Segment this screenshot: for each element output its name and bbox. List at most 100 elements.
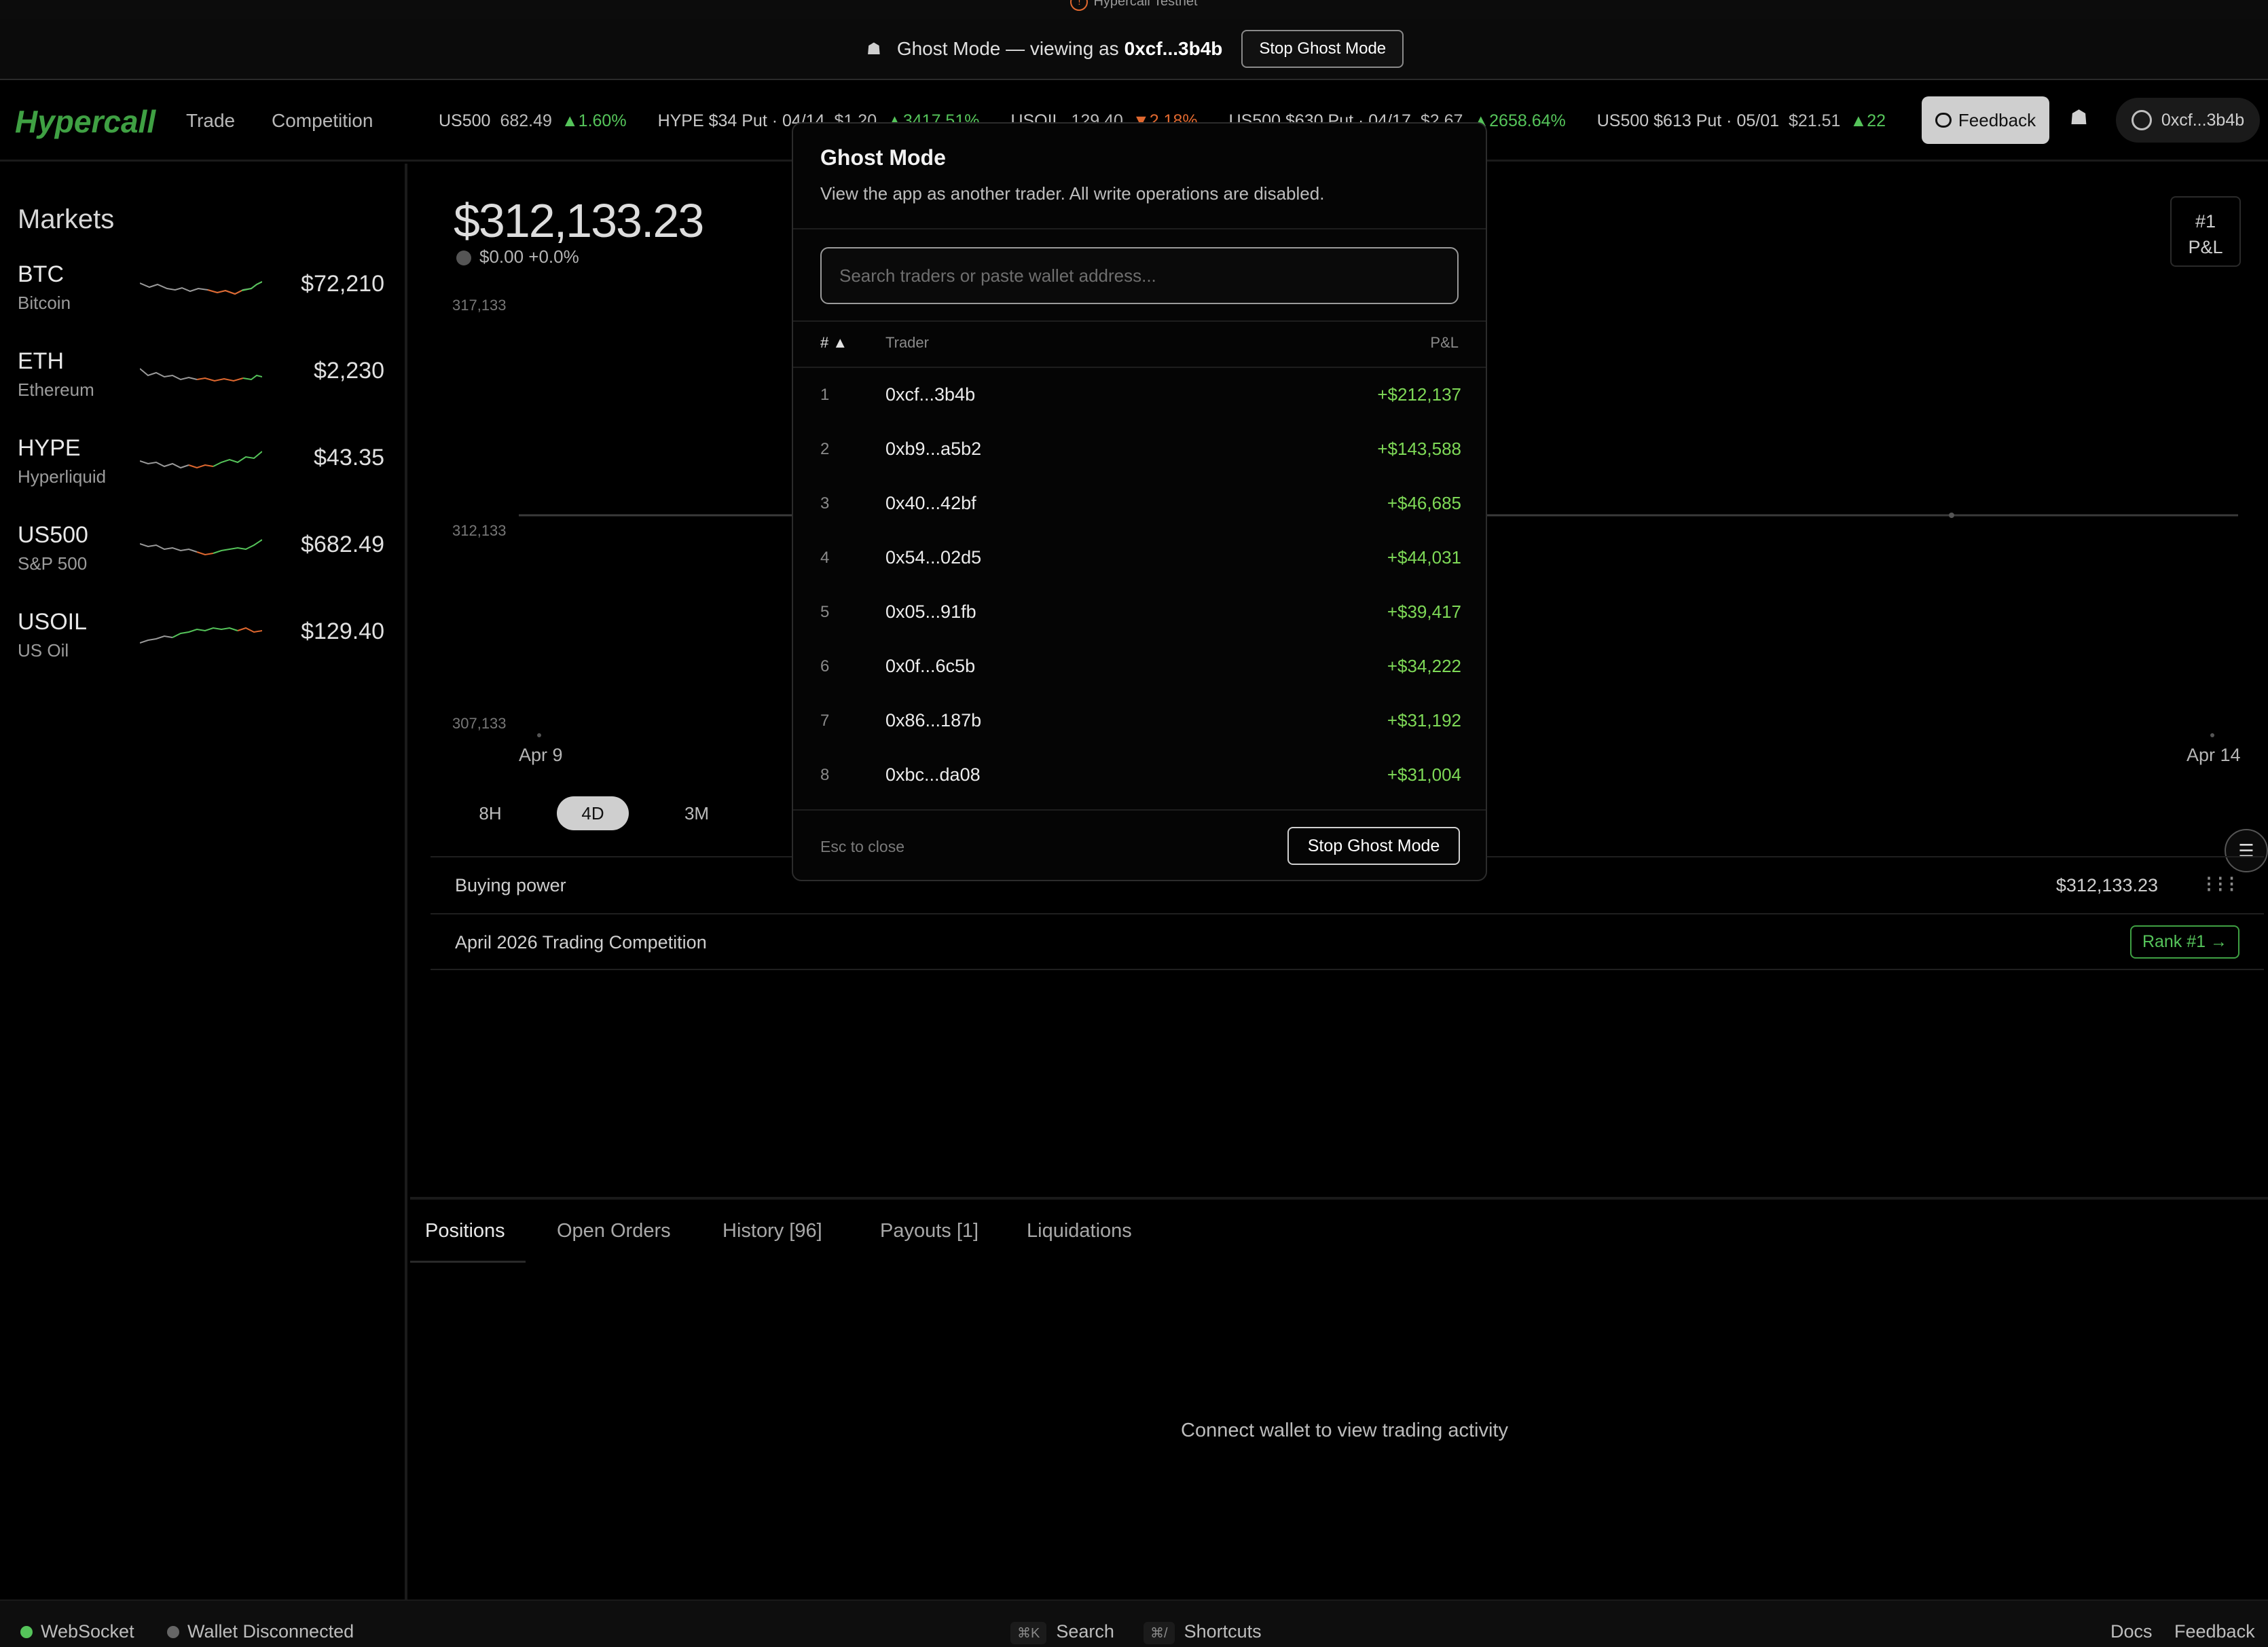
feedback-label: Feedback [1958,109,2036,130]
range-3m-button[interactable]: 3M [663,796,731,830]
col-trader-header[interactable]: Trader [885,334,929,352]
sliders-icon[interactable]: ⁝⁝⁝ [2206,871,2239,898]
market-item-us500[interactable]: US500 S&P 500 $682.49 [18,522,384,597]
ghost-mode-banner: ☗ Ghost Mode — viewing as 0xcf...3b4b St… [0,19,2268,80]
trader-row[interactable]: 4 0x54...02d5 +$44,031 [793,531,1486,585]
logo[interactable]: Hypercall [15,103,156,140]
trader-pnl: +$31,192 [1387,710,1461,730]
buying-power-value: $312,133.23 [2055,875,2158,895]
ticker-name: US500 [439,111,491,130]
ticker-price: 682.49 [500,111,552,130]
ghost-mode-icon[interactable]: ☗ [2070,106,2088,130]
esc-hint: Esc to close [820,838,904,855]
x-tick-end: Apr 14 [2187,745,2241,765]
trader-address: 0x0f...6c5b [885,656,976,676]
market-symbol: US500 [18,522,88,548]
trader-address: 0xbc...da08 [885,764,981,785]
ticker-change: ▲2209.10% [1850,111,1885,130]
trader-row[interactable]: 5 0x05...91fb +$39,417 [793,585,1486,640]
rank-badge[interactable]: #1 P&L [2170,196,2241,267]
market-item-hype[interactable]: HYPE Hyperliquid $43.35 [18,435,384,510]
market-price: $2,230 [314,358,384,384]
tab-liquidations[interactable]: Liquidations [1027,1220,1132,1242]
rank-badge-metric: P&L [2188,237,2223,257]
market-item-btc[interactable]: BTC Bitcoin $72,210 [18,261,384,336]
testnet-strip: ! Hypercall Testnet [0,0,2268,19]
ticker-price: $21.51 [1789,111,1841,130]
ticker-item[interactable]: US500 $613 Put · 05/01 $21.51 ▲2209.10% [1597,100,1885,141]
competition-label: April 2026 Trading Competition [455,932,707,952]
modal-divider [793,320,1486,322]
shortcuts-label: Shortcuts [1184,1621,1262,1642]
sparkline-chart [140,539,262,556]
chart-point [1949,513,1954,518]
tab-open-orders[interactable]: Open Orders [557,1220,671,1242]
trader-pnl: +$39,417 [1387,602,1461,622]
trader-pnl: +$143,588 [1377,439,1461,459]
sparkline-chart [140,451,262,469]
market-name: Ethereum [18,380,94,400]
kbd-search: ⌘K [1010,1622,1047,1644]
market-item-eth[interactable]: ETH Ethereum $2,230 [18,348,384,423]
modal-stop-ghost-button[interactable]: Stop Ghost Mode [1287,827,1460,865]
feedback-button[interactable]: Feedback [1922,96,2049,144]
market-name: US Oil [18,640,69,661]
tab-positions[interactable]: Positions [425,1220,505,1242]
market-symbol: ETH [18,348,64,374]
tab-payouts[interactable]: Payouts [1] [880,1220,978,1242]
empty-state-message: Connect wallet to view trading activity [1181,1420,1508,1441]
status-dot-icon [20,1626,33,1638]
testnet-label: Hypercall Testnet [1093,0,1198,10]
trader-row[interactable]: 7 0x86...187b +$31,192 [793,694,1486,748]
search-shortcut[interactable]: ⌘K Search [1010,1621,1114,1644]
trader-rank: 5 [820,603,830,621]
chart-start-dot [537,733,541,737]
nav-link-competition[interactable]: Competition [272,110,373,132]
trader-rank: 8 [820,766,830,784]
trader-row[interactable]: 2 0xb9...a5b2 +$143,588 [793,422,1486,477]
market-name: S&P 500 [18,553,88,574]
trader-pnl: +$34,222 [1387,656,1461,676]
status-bar: WebSocket Wallet Disconnected ⌘K Search ⌘… [0,1599,2268,1647]
competition-rank-link[interactable]: Rank #1 → [2129,925,2239,959]
trader-row[interactable]: 1 0xcf...3b4b +$212,137 [793,368,1486,422]
docs-link[interactable]: Docs [2110,1621,2153,1642]
status-dot-icon [167,1626,179,1638]
trader-row[interactable]: 8 0xbc...da08 +$31,004 [793,748,1486,802]
warning-icon: ! [1070,0,1089,11]
buying-power-label: Buying power [455,875,566,895]
account-button[interactable]: 0xcf...3b4b [2116,98,2260,143]
trader-address: 0xcf...3b4b [885,384,976,405]
col-rank-header[interactable]: # ▲ [820,334,847,352]
sparkline-chart [140,281,262,295]
chart-end-dot [2210,733,2214,737]
trader-row[interactable]: 3 0x40...42bf +$46,685 [793,477,1486,531]
range-8h-button[interactable]: 8H [456,796,524,830]
tab-history[interactable]: History [96] [723,1220,822,1242]
range-4d-button[interactable]: 4D [557,796,629,830]
trader-address: 0x86...187b [885,710,982,730]
ticker-name: US500 $613 Put · 05/01 [1596,111,1779,130]
trader-pnl: +$31,004 [1387,764,1461,785]
markets-title: Markets [18,204,115,234]
market-name: Hyperliquid [18,466,107,487]
banner-stop-ghost-button[interactable]: Stop Ghost Mode [1241,30,1404,68]
modal-divider [793,809,1486,811]
rank-badge-label: #1 [2195,211,2216,232]
market-item-usoil[interactable]: USOIL US Oil $129.40 [18,609,384,684]
footer-feedback-link[interactable]: Feedback [2174,1621,2255,1642]
trader-rank: 3 [820,494,830,513]
trader-rank: 2 [820,440,830,458]
market-price: $129.40 [301,618,384,644]
nav-link-trade[interactable]: Trade [186,110,235,132]
trader-row[interactable]: 6 0x0f...6c5b +$34,222 [793,640,1486,694]
col-pnl-header[interactable]: P&L [1430,334,1459,352]
trader-search-input[interactable] [820,247,1459,304]
trader-pnl: +$212,137 [1377,384,1461,405]
trader-rank: 4 [820,549,830,567]
kbd-shortcuts: ⌘/ [1144,1622,1175,1644]
shortcuts-shortcut[interactable]: ⌘/ Shortcuts [1144,1621,1262,1644]
modal-title: Ghost Mode [820,145,946,170]
ticker-item[interactable]: US500 682.49 ▲1.60% [439,100,627,141]
websocket-label: WebSocket [41,1621,134,1642]
